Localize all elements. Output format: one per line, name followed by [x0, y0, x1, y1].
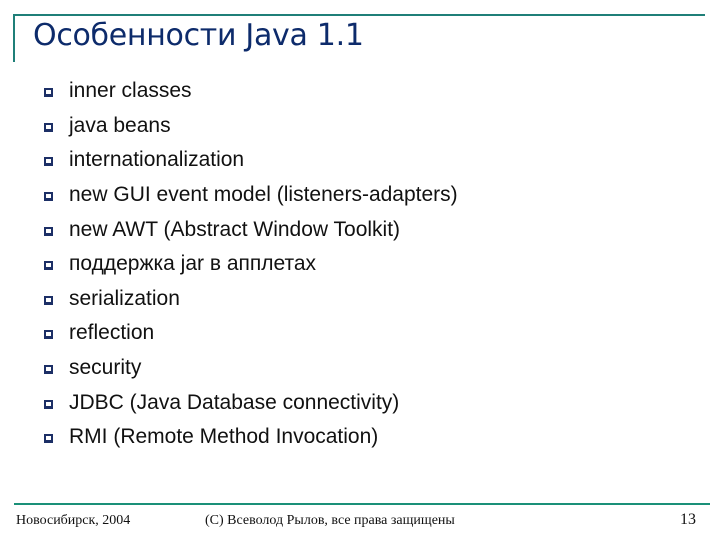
bullet-text: поддержка jar в апплетах	[69, 252, 317, 276]
bullet-text: inner classes	[69, 79, 192, 103]
square-bullet-icon	[44, 434, 53, 444]
list-item: RMI (Remote Method Invocation)	[44, 420, 458, 455]
title-left-rule	[13, 14, 15, 62]
slide-title: Особенности Java 1.1	[33, 18, 364, 53]
bullet-list: inner classes java beans internationaliz…	[44, 74, 458, 455]
square-bullet-icon	[44, 365, 53, 375]
bullet-text: new AWT (Abstract Window Toolkit)	[69, 217, 401, 241]
slide: Особенности Java 1.1 inner classes java …	[0, 0, 720, 540]
bullet-text: serialization	[69, 286, 180, 310]
bullet-text: java beans	[69, 113, 171, 137]
bullet-text: reflection	[69, 321, 155, 345]
list-item: reflection	[44, 316, 458, 351]
square-bullet-icon	[44, 399, 53, 409]
square-bullet-icon	[44, 122, 53, 132]
square-bullet-icon	[44, 192, 53, 202]
square-bullet-icon	[44, 330, 53, 340]
footer-copyright: (C) Всеволод Рылов, все права защищены	[205, 513, 455, 528]
list-item: security	[44, 351, 458, 386]
footer-location: Новосибирск, 2004	[16, 513, 131, 528]
square-bullet-icon	[44, 295, 53, 305]
bullet-text: new GUI event model (listeners-adapters)	[69, 183, 458, 207]
list-item: new GUI event model (listeners-adapters)	[44, 178, 458, 213]
bullet-text: security	[69, 356, 142, 380]
square-bullet-icon	[44, 226, 53, 236]
list-item: inner classes	[44, 74, 458, 109]
list-item: JDBC (Java Database connectivity)	[44, 385, 458, 420]
square-bullet-icon	[44, 261, 53, 271]
bullet-text: JDBC (Java Database connectivity)	[69, 390, 400, 414]
footer-rule	[14, 503, 710, 505]
page-number: 13	[680, 511, 696, 528]
list-item: java beans	[44, 109, 458, 144]
list-item: serialization	[44, 282, 458, 317]
list-item: поддержка jar в апплетах	[44, 247, 458, 282]
list-item: new AWT (Abstract Window Toolkit)	[44, 212, 458, 247]
bullet-text: RMI (Remote Method Invocation)	[69, 425, 379, 449]
bullet-text: internationalization	[69, 148, 245, 172]
title-top-rule	[13, 14, 705, 16]
list-item: internationalization	[44, 143, 458, 178]
square-bullet-icon	[44, 88, 53, 98]
square-bullet-icon	[44, 157, 53, 167]
